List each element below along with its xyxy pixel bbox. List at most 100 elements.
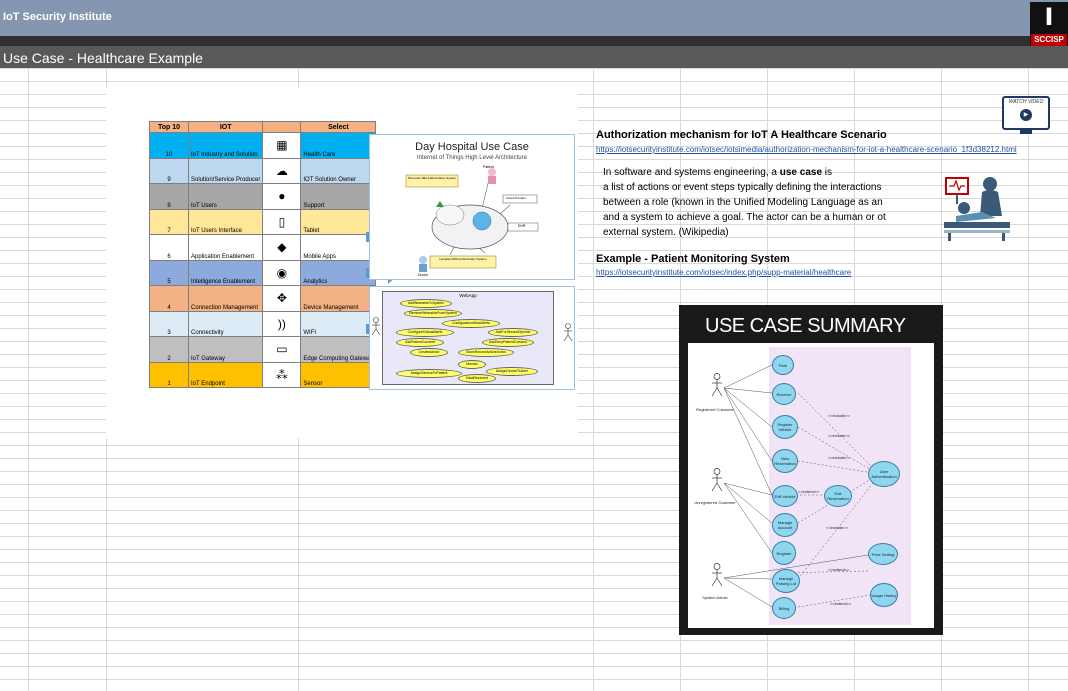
sheet-title: Use Case - Healthcare Example [3, 50, 203, 66]
relation-label: <<include>> [826, 525, 849, 530]
iot-cell[interactable]: Connection Management [187, 285, 264, 312]
select-cell[interactable]: Mobile Apps [300, 234, 377, 261]
table-row[interactable]: 5 Intelligence Enablement ◉ Analytics [149, 259, 377, 286]
rank-cell[interactable]: 10 [149, 132, 189, 159]
rank-cell[interactable]: 1 [149, 361, 189, 388]
definition-bold-term: use case [779, 167, 823, 178]
user-icon: ● [262, 183, 302, 210]
summary-diagram: Park Reserve Register Vehicle View Reservat… [688, 343, 934, 628]
rank-cell[interactable]: 2 [149, 336, 189, 363]
example-link[interactable]: https://iotsecurityinstitute.com/iotsec/… [596, 268, 851, 277]
select-cell[interactable]: IOT Solution Owner [300, 157, 377, 184]
sensor-icon: ⁂ [262, 361, 302, 388]
col-header-icon [262, 121, 302, 133]
rank-cell[interactable]: 5 [149, 259, 189, 286]
webapp-use-case: ConfigurationWearAlerts [442, 319, 500, 328]
select-cell[interactable]: WIFI [300, 310, 377, 337]
devices-icon: ▯ [262, 208, 302, 235]
iot-cell[interactable]: IoT Users Interface [187, 208, 264, 235]
definition-line3: between a role (known in the Unified Mod… [603, 197, 883, 208]
rank-cell[interactable]: 4 [149, 285, 189, 312]
table-row[interactable]: 9 Solution/Service Producer ☁ IOT Solution … [149, 157, 377, 184]
summary-use-case: Park [772, 355, 794, 375]
webapp-use-case: ShowRecordAdvice/Links [458, 348, 514, 357]
webapp-use-case: AskForSecondOpinion [488, 328, 538, 337]
webapp-use-case: CreateAdvice [410, 348, 448, 357]
grid-col-line [593, 68, 594, 691]
table-row[interactable]: 7 IoT Users Interface ▯ Tablet [149, 208, 377, 235]
rank-cell[interactable]: 6 [149, 234, 189, 261]
wireless-icon: )) [262, 310, 302, 337]
select-cell[interactable]: Support [300, 183, 377, 210]
table-row[interactable]: 8 IoT Users ● Support [149, 183, 377, 210]
hospital-uma-label: Hospital UMA Authorization System [439, 257, 487, 261]
definition-line1-post: is [822, 167, 833, 178]
select-cell[interactable]: Analytics [300, 259, 377, 286]
iot-cell[interactable]: Solution/Service Producer [187, 157, 264, 184]
summary-connectors [723, 364, 874, 608]
summary-title: USE CASE SUMMARY [705, 315, 906, 337]
rank-cell[interactable]: 7 [149, 208, 189, 235]
summary-use-case: View Reservation [772, 449, 798, 473]
summary-use-case: User Authentication [868, 461, 900, 487]
example-heading: Example - Patient Monitoring System [596, 253, 790, 265]
table-row[interactable]: 1 IoT Endpoint ⁂ Sensor [149, 361, 377, 388]
rank-cell[interactable]: 9 [149, 157, 189, 184]
actor-icon [711, 563, 723, 587]
summary-use-case: Register Vehicle [772, 415, 798, 439]
iot-cell[interactable]: Intelligence Enablement [187, 259, 264, 286]
logo-glyph: I [1044, 3, 1054, 31]
relation-label: <<extend>> [798, 489, 820, 494]
ehr-label: EHR [518, 224, 526, 228]
authorization-link[interactable]: https://iotsecurityinstitute.com/iotsec/… [596, 145, 1017, 154]
personal-uma-label: Personal UMA Authorization System [407, 176, 457, 180]
table-row[interactable]: 3 Connectivity)) WIFI [149, 310, 377, 337]
iot-cell[interactable]: IoT Users [187, 183, 264, 210]
play-icon: ▶ [1020, 109, 1032, 121]
summary-use-case: Edit Vehicle [772, 485, 798, 507]
cloud-gear-icon: ☁ [262, 157, 302, 184]
webapp-use-case: AddWearableToSystem [400, 299, 452, 308]
watch-video-button[interactable]: WATCH VIDEO ▶ [1002, 96, 1050, 136]
webapp-title: WebApp [459, 293, 477, 298]
table-row[interactable]: 2 IoT Gateway ▭ Edge Computing Gateway [149, 336, 377, 363]
select-cell[interactable]: Edge Computing Gateway [300, 336, 377, 363]
table-row[interactable]: 4 Connection Management ✥ Device Management [149, 285, 377, 312]
select-cell[interactable]: Tablet [300, 208, 377, 235]
app-title: IoT Security Institute [3, 11, 112, 23]
logo-text: SCCISP [1031, 34, 1067, 46]
iot-cell[interactable]: IoT Endpoint [187, 361, 264, 388]
network-icon: ✥ [262, 285, 302, 312]
iot-cell[interactable]: Application Enablement [187, 234, 264, 261]
use-case-definition: In software and systems engineering, a u… [603, 165, 903, 239]
cloud-provider-label: Cloud Provider [506, 196, 526, 200]
iot-cell[interactable]: IoT Gateway [187, 336, 264, 363]
definition-line1-pre: In software and systems engineering, a [603, 167, 780, 178]
iot-cell[interactable]: Connectivity [187, 310, 264, 337]
webapp-use-case: RemoveWearableFromSystem [404, 309, 462, 318]
webapp-use-case: AssignServiceToPatient [396, 369, 462, 378]
sccisp-logo: I SCCISP [1030, 2, 1068, 46]
webapp-use-case: AskDenyPatientConsent [482, 338, 534, 347]
iot-cell[interactable]: IoT Industry and Solution [187, 132, 264, 159]
select-cell[interactable]: Device Management [300, 285, 377, 312]
grid-col-line [1028, 68, 1029, 691]
definition-line2: a list of actions or event steps typical… [603, 182, 882, 193]
sheet-title-bar: Use Case - Healthcare Example [0, 46, 1068, 68]
use-case-summary-image: USE CASE SUMMARY Park Reserve Register Veh… [679, 305, 943, 635]
relation-label: <<extend>> [828, 567, 850, 572]
relation-label: <<extend>> [830, 601, 852, 606]
monitor-stand [1020, 130, 1032, 134]
patient-monitoring-icon [944, 177, 1010, 241]
table-row[interactable]: 10 IoT Industry and Solution ▦ Health Care [149, 132, 377, 159]
table-row[interactable]: 6 Application Enablement ◆ Mobile Apps [149, 234, 377, 261]
select-cell[interactable]: Health Care [300, 132, 377, 159]
rank-cell[interactable]: 8 [149, 183, 189, 210]
webapp-use-case: DataReceived [458, 374, 496, 383]
webapp-use-case: AskPatientConsent [396, 338, 444, 347]
grid-col-line [28, 68, 29, 691]
app-title-bar: IoT Security Institute [0, 0, 1068, 36]
brain-icon: ◉ [262, 259, 302, 286]
rank-cell[interactable]: 3 [149, 310, 189, 337]
select-cell[interactable]: Sensor [300, 361, 377, 388]
